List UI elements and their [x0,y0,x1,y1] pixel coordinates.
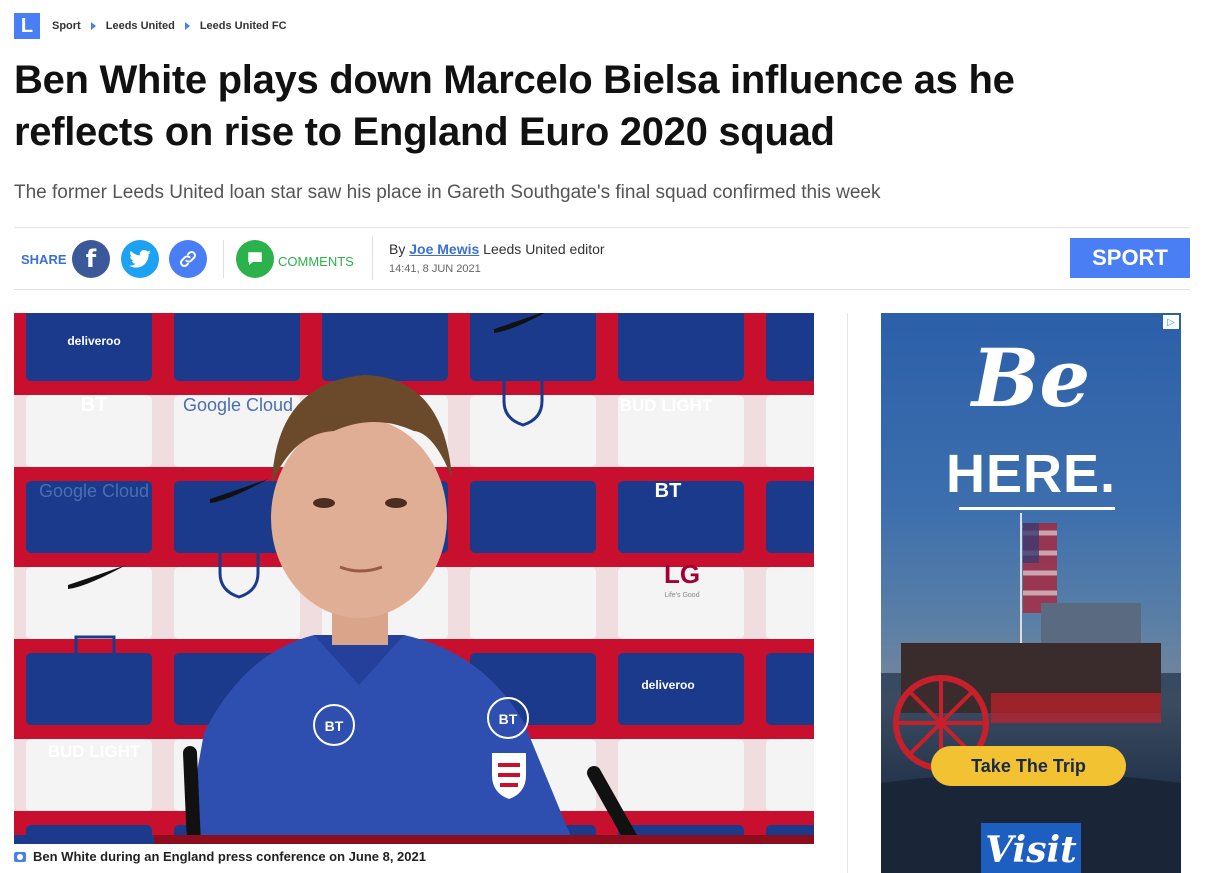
backdrop-logo-lg: LG [664,559,700,589]
breadcrumb-leeds-united-fc[interactable]: Leeds United FC [200,20,287,32]
breadcrumb: L Sport Leeds United Leeds United FC [14,13,287,39]
backdrop-logo-bud-light: BUD LIGHT [620,396,713,415]
advertisement[interactable]: ▷ Be HERE. Take The Trip Visit [881,313,1181,873]
link-icon [180,251,196,267]
caption-text: Ben White during an England press confer… [33,849,426,864]
backdrop-logo-lifes-good: Life's Good [664,592,699,599]
site-logo[interactable]: L [14,13,40,39]
ad-headline-here: HERE. [945,444,1117,504]
share-label: SHARE [21,252,67,267]
divider [223,240,224,278]
backdrop-logo-deliveroo: deliveroo [641,678,694,692]
byline-prefix: By [389,241,406,257]
comments-button[interactable] [236,240,274,278]
section-tag-sport[interactable]: SPORT [1070,238,1190,278]
article-standfirst: The former Leeds United loan star saw hi… [14,182,881,203]
breadcrumb-arrow-icon [184,22,190,30]
backdrop-logo-bud-light: BUD LIGHT [48,742,141,761]
facebook-share-button[interactable]: f [72,240,110,278]
article-headline: Ben White plays down Marcelo Bielsa infl… [14,58,1015,154]
twitter-share-button[interactable] [121,240,159,278]
column-divider [847,313,848,873]
divider [372,236,373,280]
copy-link-button[interactable] [169,240,207,278]
shirt-logo-bt: BT [325,718,344,734]
breadcrumb-leeds-united[interactable]: Leeds United [106,20,175,32]
ad-brand-logo[interactable]: Visit [981,823,1081,873]
divider [14,289,1190,290]
backdrop-logo-google-cloud: Google Cloud [39,481,149,501]
comments-link[interactable]: COMMENTS [278,254,354,269]
ad-headline-be: Be [971,331,1091,425]
backdrop-logo-google-cloud: Google Cloud [183,395,293,415]
ad-underline [959,507,1115,510]
shirt-logo-bt: BT [499,711,518,727]
press-conference-photo: deliveroo BT Google Cloud BUD LIGHT Goog… [14,313,814,844]
image-caption: Ben White during an England press confer… [14,849,426,864]
camera-icon [14,851,26,862]
ad-choices-icon[interactable]: ▷ [1163,315,1179,329]
author-link[interactable]: Joe Mewis [409,241,479,257]
backdrop-logo-bt: BT [81,394,108,416]
breadcrumb-arrow-icon [90,22,96,30]
facebook-icon: f [85,245,97,273]
author-role: Leeds United editor [483,241,605,257]
byline: By Joe Mewis Leeds United editor [389,241,605,257]
twitter-icon [129,250,151,268]
backdrop-logo-bt: BT [655,480,682,502]
backdrop-logo-deliveroo: deliveroo [67,334,120,348]
comment-icon [248,252,262,265]
share-bar: SHARE f COMMENTS By Joe Mewis Leeds Unit… [14,228,1190,289]
article-hero-image[interactable]: deliveroo BT Google Cloud BUD LIGHT Goog… [14,313,814,844]
ad-cta-button[interactable]: Take The Trip [931,746,1126,786]
publish-timestamp: 14:41, 8 JUN 2021 [389,263,481,275]
breadcrumb-sport[interactable]: Sport [52,20,81,32]
microphone-icon [183,746,201,844]
